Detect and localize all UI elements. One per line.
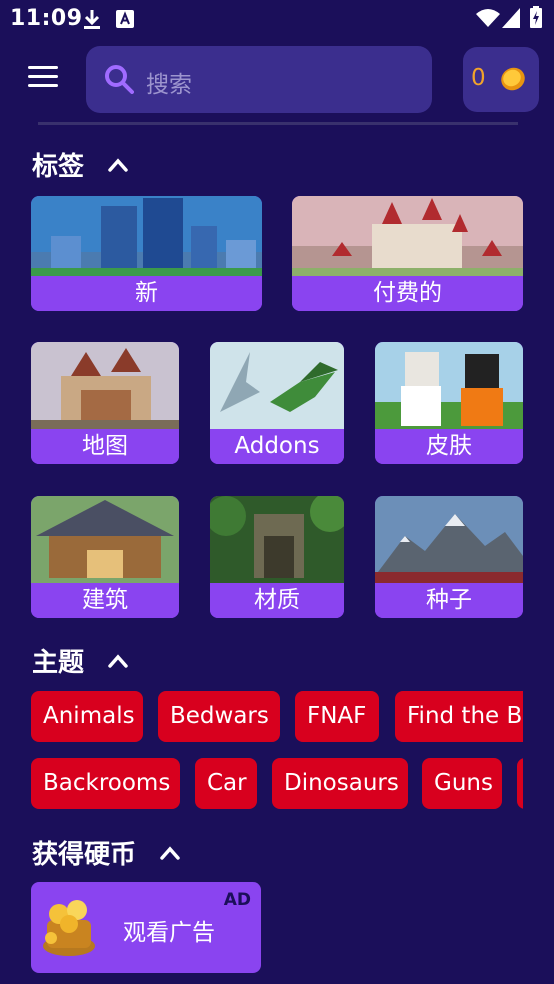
tag-label: 付费的 (292, 276, 523, 311)
tag-label: 新 (31, 276, 262, 311)
battery-icon (530, 6, 542, 28)
tag-card-paid[interactable]: 付费的 (292, 196, 523, 311)
status-time: 11:09 (10, 6, 83, 31)
tag-label: Addons (210, 429, 344, 464)
coin-count: 0 (471, 65, 486, 91)
city-thumbnail (31, 196, 262, 276)
app-notification-icon (116, 10, 134, 28)
tag-label: 建筑 (31, 583, 179, 618)
status-bar: 11:09 (0, 0, 554, 38)
search-icon (105, 65, 134, 94)
tags-section-header[interactable]: 标签 (32, 146, 128, 183)
coin-balance[interactable]: 0 (463, 47, 539, 112)
theme-chip[interactable]: Find the B (395, 691, 523, 742)
dragon-thumbnail (210, 342, 344, 429)
seeds-thumbnail (375, 496, 523, 583)
tag-card-maps[interactable]: 地图 (31, 342, 179, 464)
theme-chip[interactable]: Guns (422, 758, 502, 809)
chevron-up-icon[interactable] (108, 157, 128, 172)
skins-thumbnail (375, 342, 523, 429)
theme-chip[interactable]: Car (195, 758, 257, 809)
tag-card-addons[interactable]: Addons (210, 342, 344, 464)
signal-icon (502, 8, 520, 28)
earn-section-header[interactable]: 获得硬币 (32, 834, 180, 871)
textures-thumbnail (210, 496, 344, 583)
ad-badge: AD (223, 890, 251, 910)
tags-section-title: 标签 (32, 152, 85, 182)
watch-ad-button[interactable]: 观看广告 AD (31, 882, 261, 973)
search-input[interactable]: 搜索 (146, 65, 192, 99)
treasure-chest-icon (43, 900, 95, 956)
tag-card-builds[interactable]: 建筑 (31, 496, 179, 618)
tag-card-new[interactable]: 新 (31, 196, 262, 311)
themes-chip-area: Animals Bedwars FNAF Find the B Backroom… (0, 680, 523, 820)
theme-chip[interactable]: Backrooms (31, 758, 180, 809)
castle-thumbnail (292, 196, 523, 276)
tag-card-skins[interactable]: 皮肤 (375, 342, 523, 464)
search-bar[interactable]: 搜索 (86, 46, 432, 113)
themes-section-title: 主题 (32, 648, 85, 678)
theme-chip[interactable]: FNAF (295, 691, 379, 742)
tag-label: 材质 (210, 583, 344, 618)
carousel-edge (38, 122, 518, 125)
themes-section-header[interactable]: 主题 (32, 642, 128, 679)
theme-chip[interactable]: Bedwars (158, 691, 280, 742)
menu-button[interactable] (28, 66, 58, 90)
watch-ad-label: 观看广告 (123, 920, 215, 946)
coin-icon (501, 67, 525, 91)
map-thumbnail (31, 342, 179, 429)
theme-chip-partial[interactable] (517, 758, 523, 809)
tag-label: 皮肤 (375, 429, 523, 464)
theme-chip[interactable]: Dinosaurs (272, 758, 408, 809)
wifi-icon (476, 9, 500, 27)
chevron-up-icon[interactable] (160, 845, 180, 860)
tag-label: 地图 (31, 429, 179, 464)
tag-card-textures[interactable]: 材质 (210, 496, 344, 618)
house-thumbnail (31, 496, 179, 583)
tag-label: 种子 (375, 583, 523, 618)
theme-chip[interactable]: Animals (31, 691, 143, 742)
tag-card-seeds[interactable]: 种子 (375, 496, 523, 618)
download-icon (84, 10, 100, 29)
earn-section-title: 获得硬币 (32, 840, 137, 870)
chevron-up-icon[interactable] (108, 653, 128, 668)
